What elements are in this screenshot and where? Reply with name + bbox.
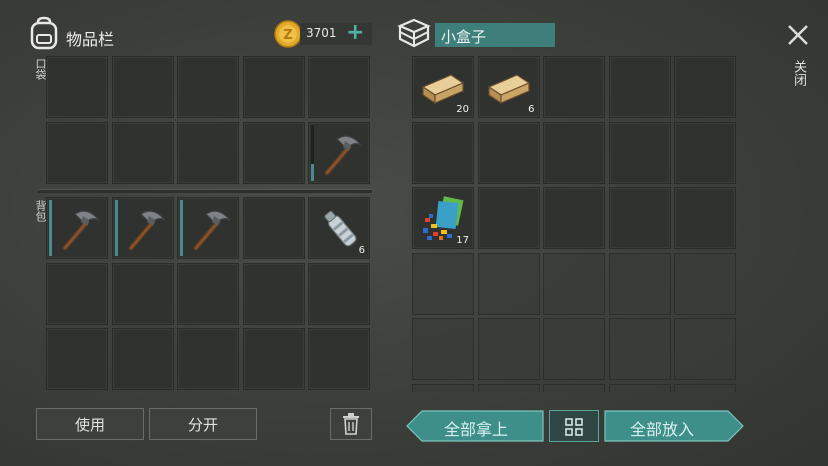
inventory-slot[interactable] bbox=[477, 383, 540, 392]
inventory-slot[interactable] bbox=[674, 383, 736, 392]
inventory-slot[interactable] bbox=[543, 121, 605, 184]
inventory-slot[interactable] bbox=[477, 121, 540, 184]
inventory-slot[interactable] bbox=[477, 187, 540, 249]
inventory-slot[interactable] bbox=[674, 121, 736, 184]
inventory-slot[interactable] bbox=[412, 121, 474, 184]
grid-icon bbox=[565, 418, 583, 436]
container-grid: 20 6 17 bbox=[0, 0, 828, 392]
trash-button[interactable] bbox=[330, 408, 372, 440]
sort-button[interactable] bbox=[549, 410, 599, 442]
put-all-label: 全部放入 bbox=[630, 420, 695, 439]
inventory-slot[interactable] bbox=[543, 252, 605, 315]
inventory-slot[interactable] bbox=[608, 56, 671, 118]
inventory-slot[interactable] bbox=[477, 318, 540, 380]
slot-wood-plank[interactable]: 20 bbox=[412, 56, 474, 118]
inventory-slot[interactable] bbox=[543, 383, 605, 392]
inventory-slot[interactable] bbox=[674, 252, 736, 315]
use-button[interactable]: 使用 bbox=[36, 408, 144, 440]
take-all-label: 全部拿上 bbox=[444, 420, 509, 439]
inventory-slot[interactable] bbox=[608, 318, 671, 380]
inventory-slot[interactable] bbox=[412, 252, 474, 315]
trash-icon bbox=[343, 413, 359, 435]
inventory-slot[interactable] bbox=[608, 383, 671, 392]
item-count: 6 bbox=[528, 104, 535, 115]
inventory-slot[interactable] bbox=[674, 318, 736, 380]
inventory-slot[interactable] bbox=[543, 56, 605, 118]
inventory-slot[interactable] bbox=[477, 252, 540, 315]
inventory-slot[interactable] bbox=[412, 318, 474, 380]
inventory-slot[interactable] bbox=[543, 318, 605, 380]
inventory-slot[interactable] bbox=[674, 187, 736, 249]
inventory-slot[interactable] bbox=[608, 187, 671, 249]
take-all-button[interactable]: 全部拿上 bbox=[406, 410, 544, 442]
put-all-button[interactable]: 全部放入 bbox=[604, 410, 744, 442]
wood-plank-icon bbox=[487, 74, 530, 105]
inventory-slot[interactable] bbox=[412, 383, 474, 392]
inventory-slot[interactable] bbox=[674, 56, 736, 118]
inventory-slot[interactable] bbox=[543, 187, 605, 249]
item-count: 17 bbox=[456, 235, 469, 246]
slot-wood-plank[interactable]: 6 bbox=[477, 56, 540, 118]
inventory-slot[interactable] bbox=[608, 252, 671, 315]
split-button[interactable]: 分开 bbox=[149, 408, 257, 440]
inventory-slot[interactable] bbox=[608, 121, 671, 184]
slot-scrap-parts[interactable]: 17 bbox=[412, 187, 474, 249]
item-count: 20 bbox=[456, 104, 469, 115]
